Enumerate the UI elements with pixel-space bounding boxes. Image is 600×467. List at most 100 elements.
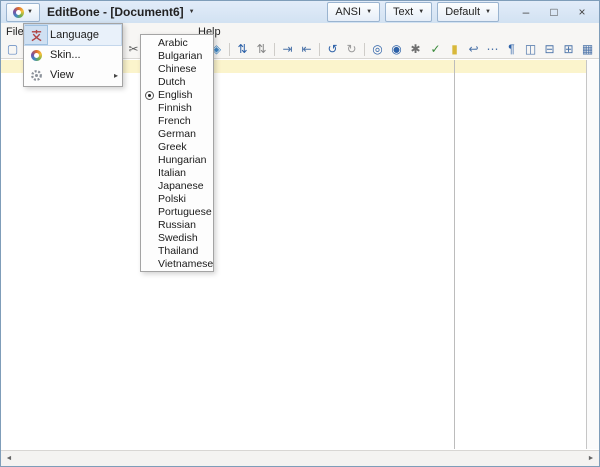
scroll-right-icon[interactable]: ► — [583, 455, 599, 462]
toolbar-icon-sort-descending[interactable]: ⇅ — [253, 41, 270, 57]
close-button[interactable]: × — [568, 3, 596, 21]
toolbar-icon-glyph: ▢ — [7, 43, 18, 55]
language-option-label: Vietnamese — [158, 258, 213, 270]
app-icon — [13, 7, 24, 18]
menu-item-skin-label: Skin... — [50, 49, 121, 61]
menu-item-skin[interactable]: Skin... — [25, 45, 121, 65]
window-title-label: EditBone - [Document6] — [47, 5, 184, 19]
toolbar-icon-highlight[interactable]: ▮ — [446, 41, 463, 57]
vertical-scrollbar[interactable] — [587, 60, 599, 449]
toolbar-icon-table[interactable]: ▦ — [579, 41, 596, 57]
language-option-hungarian[interactable]: Hungarian — [141, 153, 213, 166]
toolbar-icon-glyph: ▮ — [451, 43, 458, 55]
toolbar-right-group: ✓ ▮ ↩ ⋯ ¶ ◫ — [426, 41, 597, 57]
language-option-chinese[interactable]: Chinese — [141, 62, 213, 75]
language-option-label: Italian — [158, 167, 186, 179]
toolbar-icon-glyph: ↩ — [468, 43, 478, 55]
maximize-button[interactable]: □ — [540, 3, 568, 21]
language-option-arabic[interactable]: Arabic — [141, 36, 213, 49]
language-option-italian[interactable]: Italian — [141, 166, 213, 179]
toolbar-icon-sort-ascending[interactable]: ⇅ — [234, 41, 251, 57]
language-submenu: Arabic Bulgarian Chinese Dutch English — [140, 34, 214, 272]
scroll-left-icon[interactable]: ◄ — [1, 455, 17, 462]
menu-item-language-label: Language — [50, 29, 121, 41]
title-bar-controls: ANSI ▼ Text ▼ Default ▼ – □ × — [327, 2, 596, 22]
document-type-dropdown-label: Text — [393, 6, 413, 18]
toolbar-icon-redo[interactable]: ↻ — [343, 41, 360, 57]
toolbar-icon-glyph: ⇥ — [282, 43, 292, 55]
horizontal-scrollbar[interactable]: ◄ ► — [1, 450, 599, 466]
language-option-label: Russian — [158, 219, 196, 231]
toolbar-icon-glyph: ◉ — [391, 43, 401, 55]
language-option-dutch[interactable]: Dutch — [141, 75, 213, 88]
language-option-label: Thailand — [158, 245, 198, 257]
language-icon — [25, 26, 47, 44]
language-option-label: French — [158, 115, 191, 127]
toolbar-icon-indent[interactable]: ⇥ — [279, 41, 296, 57]
encoding-dropdown[interactable]: ANSI ▼ — [327, 2, 380, 22]
language-option-swedish[interactable]: Swedish — [141, 231, 213, 244]
language-option-label: German — [158, 128, 196, 140]
chevron-down-icon: ▼ — [485, 9, 491, 15]
app-menu-panel: Language Skin... View ▸ — [23, 23, 123, 87]
radio-selected-icon — [145, 91, 154, 100]
toolbar-icon-zoom[interactable]: ◉ — [388, 41, 405, 57]
toolbar-icon-new-document[interactable]: ▢ — [4, 41, 21, 57]
chevron-down-icon: ▼ — [366, 9, 372, 15]
toolbar-icon-new-window[interactable]: ⊞ — [560, 41, 577, 57]
toolbar-icon-outdent[interactable]: ⇤ — [298, 41, 315, 57]
language-option-thailand[interactable]: Thailand — [141, 244, 213, 257]
pane-splitter[interactable] — [454, 60, 455, 449]
language-option-label: Dutch — [158, 76, 185, 88]
toolbar-icon-glyph: ⋯ — [487, 43, 499, 55]
app-menu-button[interactable]: ▼ — [6, 3, 40, 22]
chevron-down-icon: ▼ — [189, 9, 195, 15]
language-option-greek[interactable]: Greek — [141, 140, 213, 153]
toolbar-icon-settings[interactable]: ✱ — [407, 41, 424, 57]
toolbar-icon-split-vertical[interactable]: ⊟ — [541, 41, 558, 57]
window-title[interactable]: EditBone - [Document6] ▼ — [47, 5, 195, 19]
language-option-japanese[interactable]: Japanese — [141, 179, 213, 192]
menu-item-view-label: View — [50, 69, 114, 81]
editor-area[interactable] — [1, 60, 599, 449]
language-option-german[interactable]: German — [141, 127, 213, 140]
toolbar-icon-glyph: ⇅ — [256, 43, 266, 55]
toolbar-icon-glyph: ✱ — [410, 43, 420, 55]
toolbar-icon-glyph: ¶ — [508, 43, 514, 55]
document-type-dropdown[interactable]: Text ▼ — [385, 2, 432, 22]
toolbar-icon-separator — [364, 43, 365, 56]
skin-icon — [25, 46, 47, 64]
menu-item-view[interactable]: View ▸ — [25, 65, 121, 85]
language-option-bulgarian[interactable]: Bulgarian — [141, 49, 213, 62]
toolbar-icon-separator — [229, 43, 230, 56]
toolbar-icon-pilcrow[interactable]: ¶ — [503, 41, 520, 57]
toolbar-icon-spell-check[interactable]: ✓ — [427, 41, 444, 57]
language-option-polski[interactable]: Polski — [141, 192, 213, 205]
submenu-arrow-icon: ▸ — [114, 71, 118, 80]
vertical-scrollbar-border — [586, 60, 587, 449]
style-dropdown-label: Default — [445, 6, 480, 18]
minimize-button[interactable]: – — [512, 3, 540, 21]
language-option-french[interactable]: French — [141, 114, 213, 127]
toolbar-icon-search[interactable]: ◎ — [369, 41, 386, 57]
language-option-label: Hungarian — [158, 154, 206, 166]
toolbar-icon-undo[interactable]: ↺ — [324, 41, 341, 57]
language-option-finnish[interactable]: Finnish — [141, 101, 213, 114]
language-option-label: Finnish — [158, 102, 192, 114]
toolbar-icon-split-horizontal[interactable]: ◫ — [522, 41, 539, 57]
toolbar-icon-glyph: ▦ — [582, 43, 593, 55]
language-option-portuguese[interactable]: Portuguese — [141, 205, 213, 218]
language-option-label: Japanese — [158, 180, 204, 192]
toolbar-icon-glyph: ↻ — [346, 43, 356, 55]
language-option-label: Arabic — [158, 37, 188, 49]
toolbar-icon-show-whitespace[interactable]: ⋯ — [484, 41, 501, 57]
language-option-vietnamese[interactable]: Vietnamese — [141, 257, 213, 270]
window-controls: – □ × — [512, 3, 596, 21]
toolbar-icon-word-wrap[interactable]: ↩ — [465, 41, 482, 57]
style-dropdown[interactable]: Default ▼ — [437, 2, 499, 22]
language-option-english[interactable]: English — [141, 88, 213, 101]
language-option-label: Polski — [158, 193, 186, 205]
menu-item-language[interactable]: Language — [25, 25, 121, 45]
toolbar-icon-glyph: ⊞ — [563, 43, 573, 55]
language-option-russian[interactable]: Russian — [141, 218, 213, 231]
